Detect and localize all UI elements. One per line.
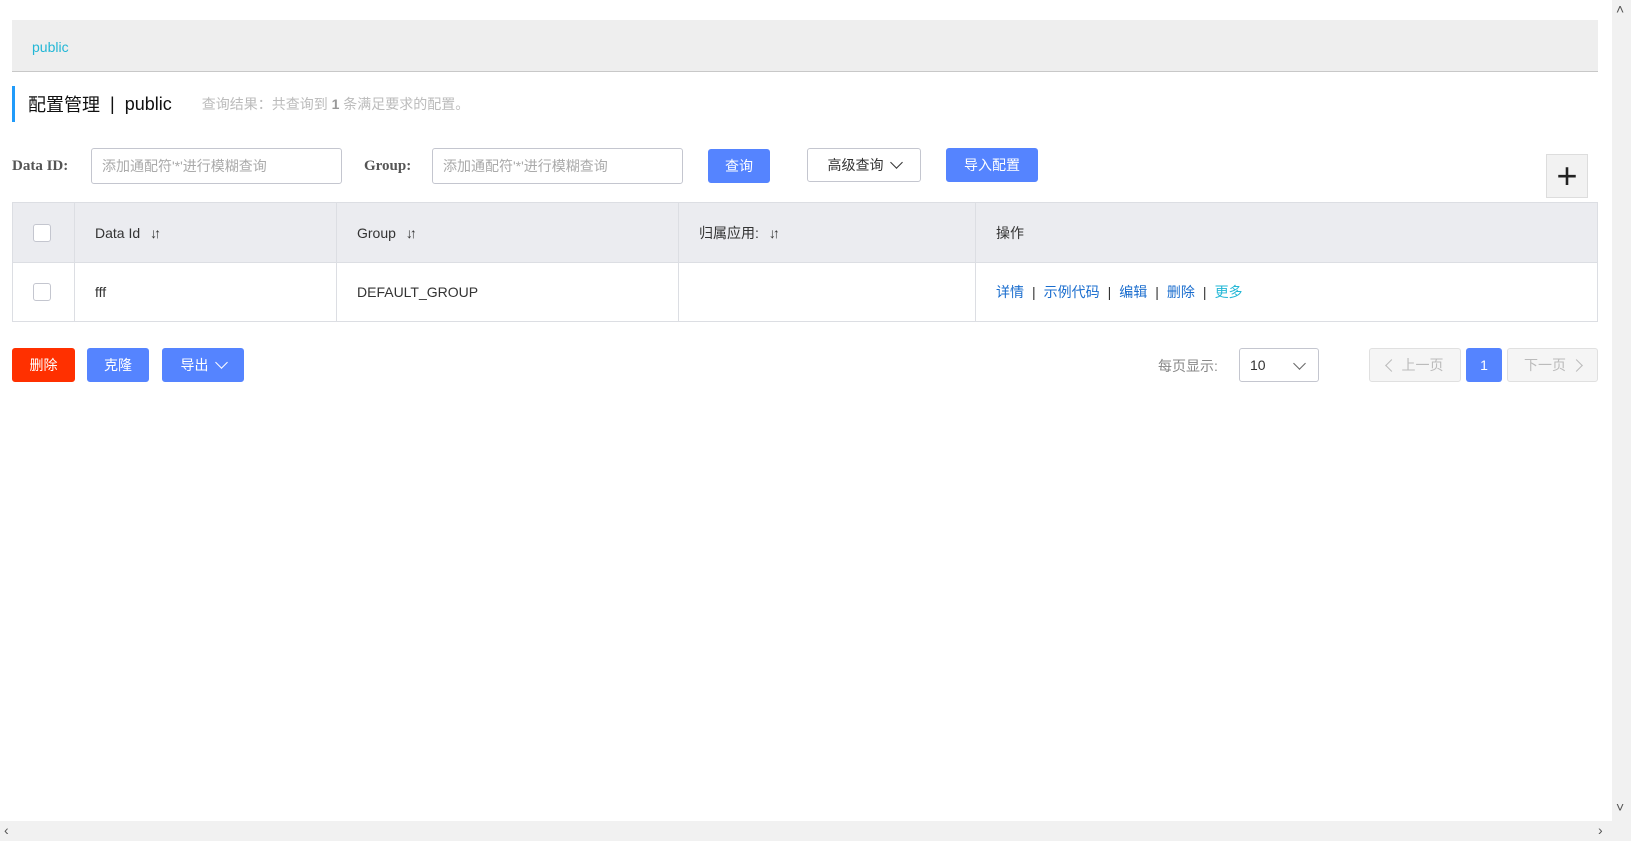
- cell-app: [678, 262, 976, 322]
- edit-link[interactable]: 编辑: [1119, 284, 1147, 300]
- cell-actions: 详情 | 示例代码 | 编辑 | 删除 | 更多: [975, 262, 1598, 322]
- data-id-label: Data ID:: [12, 158, 69, 174]
- table-header-row: Data Id ↓↑ Group ↓↑ 归属应用: ↓↑ 操作: [12, 202, 1598, 263]
- sort-icon[interactable]: ↓↑: [769, 225, 780, 241]
- action-separator: |: [1107, 284, 1112, 300]
- page-title-separator: |: [110, 93, 115, 114]
- action-separator: |: [1202, 284, 1207, 300]
- prev-page-button[interactable]: 上一页: [1369, 348, 1461, 382]
- page-title: 配置管理 | public 查询结果：共查询到 1 条满足要求的配置。: [12, 86, 469, 122]
- cell-data-id: fff: [74, 262, 337, 322]
- vertical-scrollbar[interactable]: ˄ ˅: [1612, 0, 1631, 821]
- chevron-down-icon: [214, 356, 228, 369]
- namespace-bar: public: [12, 20, 1598, 72]
- group-input[interactable]: [432, 148, 683, 184]
- export-label: 导出: [180, 357, 209, 373]
- row-checkbox[interactable]: [33, 283, 51, 302]
- action-separator: |: [1155, 284, 1159, 300]
- advanced-query-button[interactable]: 高级查询: [807, 148, 921, 182]
- sort-icon[interactable]: ↓↑: [150, 225, 161, 241]
- header-checkbox-cell: [12, 202, 75, 263]
- column-header-group[interactable]: Group ↓↑: [336, 202, 679, 263]
- batch-clone-button[interactable]: 克隆: [87, 348, 149, 382]
- row-checkbox-cell: [12, 262, 75, 322]
- sample-code-link[interactable]: 示例代码: [1044, 284, 1100, 300]
- query-button[interactable]: 查询: [708, 149, 770, 183]
- page-size-select[interactable]: 10: [1239, 348, 1319, 382]
- add-config-button[interactable]: +: [1546, 154, 1588, 198]
- chevron-down-icon: [1293, 357, 1306, 370]
- horizontal-scrollbar[interactable]: ‹ ›: [0, 821, 1631, 841]
- select-all-checkbox[interactable]: [33, 223, 51, 242]
- detail-link[interactable]: 详情: [996, 284, 1024, 300]
- scroll-down-icon[interactable]: ˅: [1616, 800, 1624, 814]
- import-config-button[interactable]: 导入配置: [946, 148, 1038, 182]
- column-header-actions: 操作: [975, 202, 1598, 263]
- chevron-left-icon: [1384, 358, 1398, 372]
- column-header-data-id[interactable]: Data Id ↓↑: [74, 202, 337, 263]
- more-link[interactable]: 更多: [1215, 284, 1243, 300]
- batch-delete-button[interactable]: 删除: [12, 348, 75, 382]
- column-header-app[interactable]: 归属应用: ↓↑: [678, 202, 976, 263]
- next-page-button[interactable]: 下一页: [1507, 348, 1598, 382]
- config-table: Data Id ↓↑ Group ↓↑ 归属应用: ↓↑ 操作 fff DEFAULT…: [12, 202, 1598, 322]
- table-row: fff DEFAULT_GROUP 详情 | 示例代码 | 编辑 | 删除 | 更多: [12, 262, 1598, 322]
- cell-group: DEFAULT_GROUP: [336, 262, 679, 322]
- group-label: Group:: [364, 158, 412, 174]
- page-number-current[interactable]: 1: [1466, 348, 1502, 382]
- scroll-up-icon[interactable]: ˄: [1616, 2, 1624, 16]
- delete-link[interactable]: 删除: [1167, 284, 1195, 300]
- chevron-right-icon: [1570, 358, 1583, 372]
- data-id-input[interactable]: [91, 148, 342, 184]
- page-title-main: 配置管理: [28, 95, 100, 115]
- advanced-query-label: 高级查询: [827, 157, 884, 173]
- namespace-tab-public[interactable]: public: [32, 39, 69, 55]
- page-title-namespace: public: [124, 93, 172, 114]
- query-result-summary: 查询结果：共查询到 1 条满足要求的配置。: [201, 96, 470, 112]
- scroll-right-icon[interactable]: ›: [1598, 823, 1603, 837]
- plus-icon: +: [1556, 155, 1578, 196]
- page-size-label: 每页显示:: [1158, 358, 1218, 374]
- action-separator: |: [1032, 284, 1036, 300]
- scroll-left-icon[interactable]: ‹: [4, 823, 9, 837]
- query-result-count: 1: [331, 96, 340, 112]
- batch-export-button[interactable]: 导出: [162, 348, 244, 382]
- sort-icon[interactable]: ↓↑: [406, 225, 417, 241]
- page-size-value: 10: [1250, 357, 1266, 373]
- chevron-down-icon: [889, 156, 903, 169]
